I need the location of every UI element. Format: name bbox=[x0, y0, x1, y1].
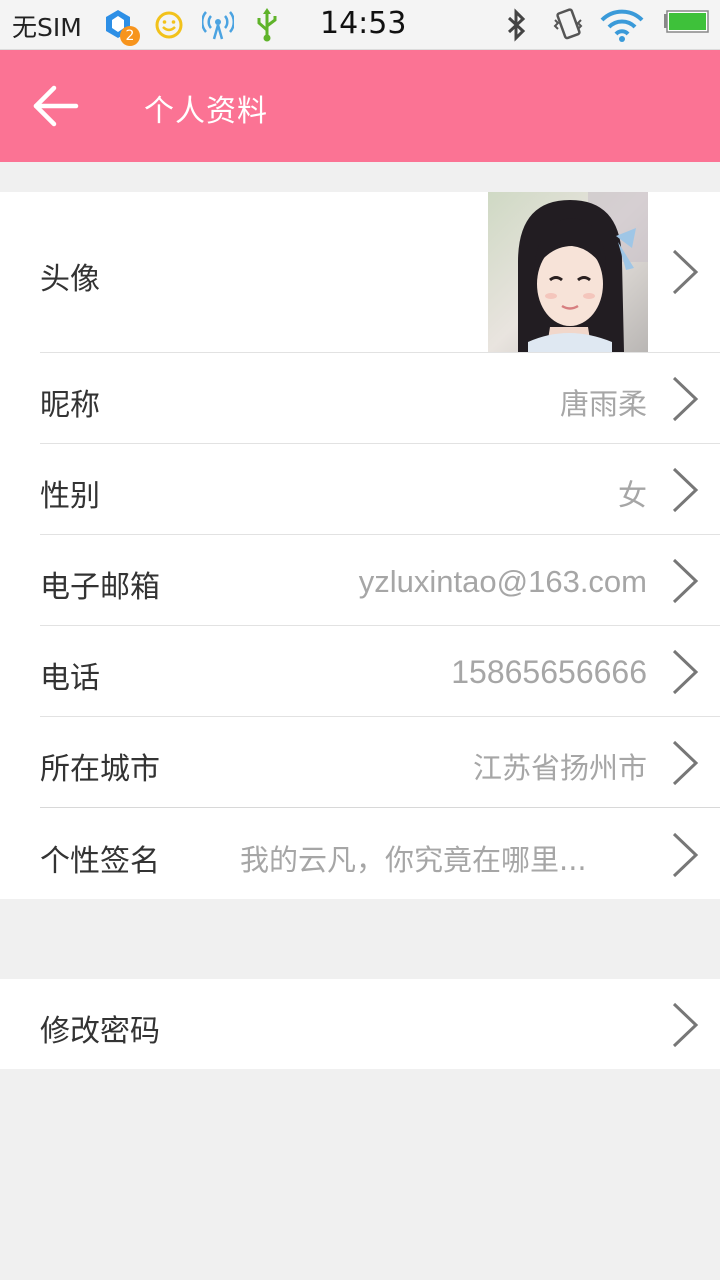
gender-row[interactable]: 性别 女 bbox=[0, 444, 720, 534]
security-card: 修改密码 bbox=[0, 979, 720, 1069]
back-button[interactable] bbox=[30, 80, 82, 132]
email-label: 电子邮箱 bbox=[40, 570, 160, 605]
chevron-right-icon bbox=[672, 832, 699, 878]
status-bar: 无SIM 2 14:53 bbox=[0, 0, 720, 50]
chevron-right-icon bbox=[672, 249, 699, 295]
wifi-icon bbox=[600, 8, 644, 42]
battery-icon bbox=[662, 8, 710, 42]
chevron-right-icon bbox=[672, 467, 699, 513]
avatar bbox=[488, 192, 648, 352]
smiley-icon bbox=[154, 8, 184, 42]
chevron-right-icon bbox=[672, 376, 699, 422]
nickname-row[interactable]: 昵称 唐雨柔 bbox=[0, 353, 720, 443]
city-label: 所在城市 bbox=[40, 752, 160, 787]
chevron-right-icon bbox=[672, 1002, 699, 1048]
gender-value: 女 bbox=[617, 478, 647, 512]
vibrate-icon bbox=[552, 8, 584, 42]
avatar-row[interactable]: 头像 bbox=[0, 192, 720, 352]
chevron-right-icon bbox=[672, 558, 699, 604]
arrow-left-icon bbox=[33, 85, 79, 127]
change-password-label: 修改密码 bbox=[40, 1014, 160, 1049]
signature-label: 个性签名 bbox=[40, 844, 160, 879]
city-row[interactable]: 所在城市 江苏省扬州市 bbox=[0, 717, 720, 807]
signature-row[interactable]: 个性签名 我的云凡，你究竟在哪里... bbox=[0, 808, 720, 899]
chevron-right-icon bbox=[672, 740, 699, 786]
signature-value: 我的云凡，你究竟在哪里... bbox=[240, 843, 587, 877]
gender-label: 性别 bbox=[40, 479, 100, 514]
profile-card: 头像 昵称 唐雨柔 性别 女 电子邮箱 yzluxintao@163.com 电… bbox=[0, 192, 720, 899]
phone-row[interactable]: 电话 15865656666 bbox=[0, 626, 720, 716]
nickname-value: 唐雨柔 bbox=[559, 387, 647, 421]
email-value: yzluxintao@163.com bbox=[358, 564, 647, 599]
qq-icon: 2 bbox=[104, 8, 140, 46]
clock: 14:53 bbox=[320, 6, 407, 41]
usb-icon bbox=[254, 8, 280, 42]
notification-badge: 2 bbox=[120, 26, 140, 46]
chevron-right-icon bbox=[672, 649, 699, 695]
email-row[interactable]: 电子邮箱 yzluxintao@163.com bbox=[0, 535, 720, 625]
nickname-label: 昵称 bbox=[40, 388, 100, 423]
avatar-label: 头像 bbox=[40, 262, 100, 297]
phone-label: 电话 bbox=[40, 661, 100, 696]
carrier-label: 无SIM bbox=[12, 13, 82, 42]
wifi-hotspot-icon bbox=[201, 8, 235, 42]
phone-value: 15865656666 bbox=[451, 654, 647, 690]
city-value: 江苏省扬州市 bbox=[472, 751, 647, 785]
bluetooth-icon bbox=[502, 8, 530, 42]
page-title: 个人资料 bbox=[144, 94, 268, 129]
title-bar: 个人资料 bbox=[0, 50, 720, 162]
change-password-row[interactable]: 修改密码 bbox=[0, 979, 720, 1069]
